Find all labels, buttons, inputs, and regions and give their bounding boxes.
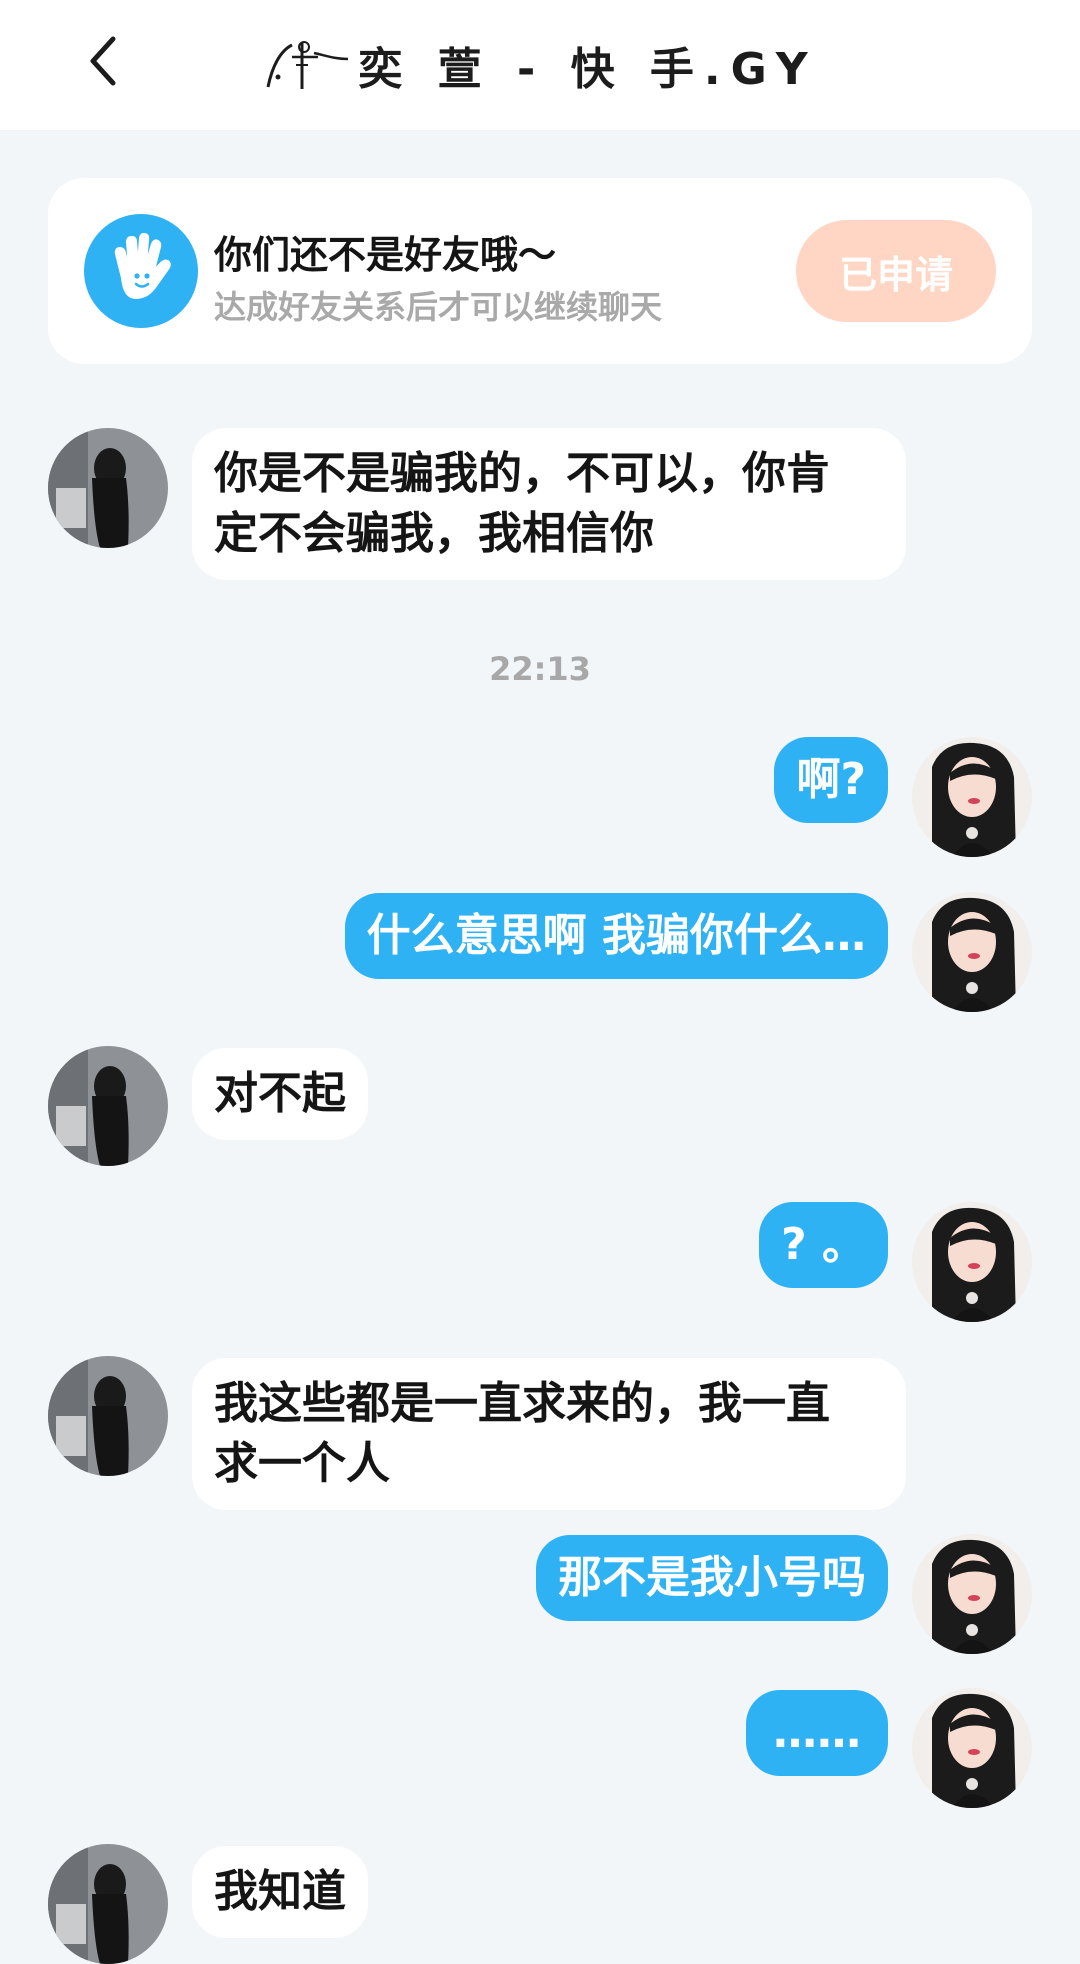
message-bubble-outgoing[interactable]: ? 。: [759, 1202, 888, 1288]
wave-hand-icon: [84, 214, 198, 328]
message-text: 对不起: [214, 1068, 346, 1119]
message-bubble-incoming[interactable]: 我这些都是一直求来的，我一直 求一个人: [192, 1358, 906, 1510]
message-text: 啊?: [796, 754, 866, 805]
chat-title-text: 奕 萱 - 快 手.GY: [358, 44, 818, 95]
signature-logo-icon: [266, 41, 349, 89]
message-text-line: 你是不是骗我的，不可以，你肯: [214, 448, 830, 499]
self-avatar[interactable]: [912, 737, 1032, 857]
message-text-line: 定不会骗我，我相信你: [214, 508, 654, 559]
self-avatar-image: [912, 892, 1032, 1012]
friend-notice-card: 你们还不是好友哦～ 达成好友关系后才可以继续聊天 已申请: [48, 178, 1032, 364]
message-bubble-outgoing[interactable]: 啊?: [774, 737, 888, 823]
message-timestamp: 22:13: [489, 650, 591, 688]
notice-title: 你们还不是好友哦～: [214, 233, 557, 277]
message-bubble-incoming[interactable]: 对不起: [192, 1048, 368, 1140]
self-avatar[interactable]: [912, 1202, 1032, 1322]
contact-avatar-image: [48, 1046, 168, 1166]
contact-avatar[interactable]: [48, 428, 168, 548]
chat-header: 奕 萱 - 快 手.GY: [0, 0, 1080, 130]
message-text: ……: [773, 1707, 861, 1758]
back-button[interactable]: [68, 26, 138, 96]
self-avatar[interactable]: [912, 1534, 1032, 1654]
contact-avatar[interactable]: [48, 1046, 168, 1166]
self-avatar[interactable]: [912, 892, 1032, 1012]
notice-subtitle: 达成好友关系后才可以继续聊天: [214, 288, 663, 326]
message-bubble-incoming[interactable]: 你是不是骗我的，不可以，你肯 定不会骗我，我相信你: [192, 428, 906, 580]
self-avatar-image: [912, 1688, 1032, 1808]
chat-title[interactable]: 奕 萱 - 快 手.GY: [262, 33, 817, 97]
message-bubble-outgoing[interactable]: 什么意思啊 我骗你什么…: [344, 893, 888, 979]
contact-avatar-image: [48, 428, 168, 548]
applied-button[interactable]: 已申请: [796, 220, 996, 322]
self-avatar-image: [912, 737, 1032, 857]
contact-avatar[interactable]: [48, 1844, 168, 1964]
contact-avatar-image: [48, 1844, 168, 1964]
message-text-line: 求一个人: [214, 1438, 390, 1489]
message-text-line: 我这些都是一直求来的，我一直: [214, 1378, 830, 1429]
message-bubble-outgoing[interactable]: 那不是我小号吗: [536, 1535, 888, 1621]
self-avatar-image: [912, 1202, 1032, 1322]
contact-avatar-image: [48, 1356, 168, 1476]
message-text: 我知道: [214, 1866, 346, 1917]
self-avatar-image: [912, 1534, 1032, 1654]
message-text: 什么意思啊 我骗你什么…: [366, 910, 866, 961]
contact-avatar[interactable]: [48, 1356, 168, 1476]
message-bubble-outgoing[interactable]: ……: [746, 1690, 888, 1776]
chevron-left-icon: [90, 36, 116, 86]
message-text: ? 。: [781, 1219, 866, 1270]
message-text: 那不是我小号吗: [558, 1552, 866, 1603]
self-avatar[interactable]: [912, 1688, 1032, 1808]
message-bubble-incoming[interactable]: 我知道: [192, 1846, 368, 1938]
